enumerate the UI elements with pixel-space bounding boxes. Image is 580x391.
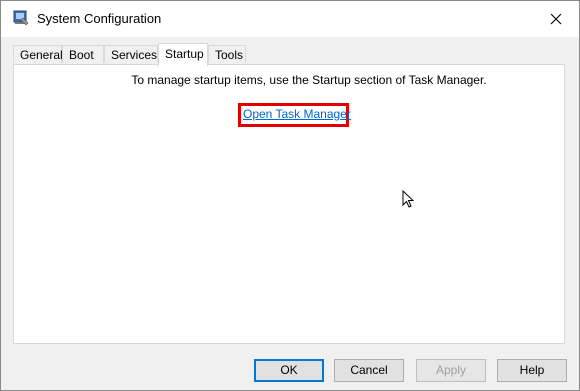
tab-general[interactable]: General (13, 45, 63, 63)
open-task-manager-link[interactable]: Open Task Manager (243, 107, 351, 121)
msconfig-icon (13, 10, 29, 26)
apply-button[interactable]: Apply (416, 359, 486, 382)
close-icon (550, 13, 562, 25)
help-button[interactable]: Help (497, 359, 567, 382)
startup-info-text: To manage startup items, use the Startup… (131, 73, 487, 87)
startup-tab-panel: To manage startup items, use the Startup… (13, 64, 565, 344)
tab-boot[interactable]: Boot (62, 45, 104, 63)
mouse-pointer-icon (402, 189, 418, 210)
tab-services[interactable]: Services (104, 45, 158, 63)
tab-tools[interactable]: Tools (208, 45, 246, 63)
cancel-button[interactable]: Cancel (334, 359, 404, 382)
highlight-box: Open Task Manager (238, 103, 351, 127)
tab-startup[interactable]: Startup (158, 43, 208, 66)
close-button[interactable] (533, 1, 579, 37)
window-title: System Configuration (37, 11, 162, 26)
title-bar: System Configuration (1, 1, 579, 37)
ok-button[interactable]: OK (254, 359, 324, 382)
system-configuration-window: System Configuration General Boot Servic… (0, 0, 580, 391)
